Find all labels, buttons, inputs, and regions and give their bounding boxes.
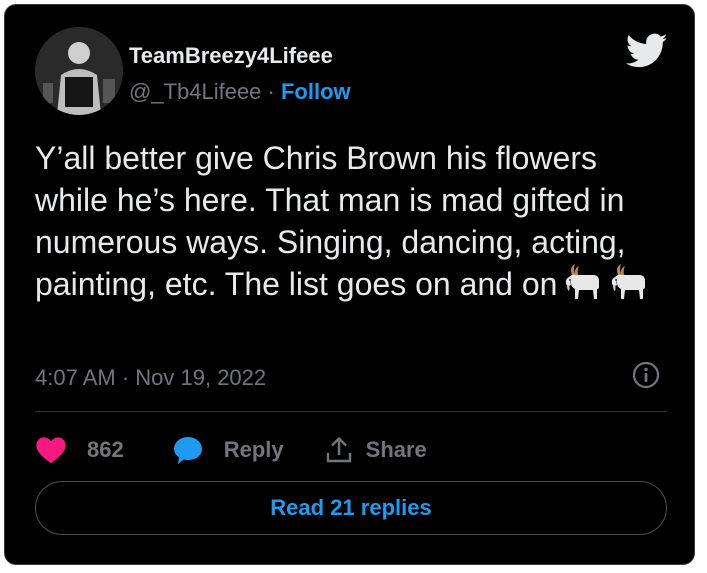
display-name[interactable]: TeamBreezy4Lifeee bbox=[129, 43, 333, 69]
divider bbox=[35, 411, 667, 412]
reply-button[interactable]: Reply bbox=[172, 435, 284, 465]
user-handle[interactable]: @_Tb4Lifeee bbox=[129, 79, 261, 104]
share-label: Share bbox=[365, 437, 427, 462]
read-replies-button[interactable]: Read 21 replies bbox=[35, 481, 667, 535]
tweet-body: Y’all better give Chris Brown his flower… bbox=[35, 140, 626, 302]
goat-emoji bbox=[563, 263, 603, 311]
handle-row: @_Tb4Lifeee · Follow bbox=[129, 79, 351, 105]
goat-emoji bbox=[609, 263, 649, 311]
action-bar: 862 Reply Share bbox=[35, 433, 427, 467]
share-arrow-icon bbox=[326, 436, 352, 464]
heart-icon bbox=[35, 436, 67, 464]
like-button[interactable]: 862 bbox=[35, 436, 124, 464]
tweet-card: TeamBreezy4Lifeee @_Tb4Lifeee · Follow Y… bbox=[4, 4, 695, 565]
follow-button[interactable]: Follow bbox=[281, 79, 351, 104]
tweet-text: Y’all better give Chris Brown his flower… bbox=[35, 137, 675, 311]
tweet-timestamp[interactable]: 4:07 AM · Nov 19, 2022 bbox=[35, 365, 266, 391]
reply-label: Reply bbox=[223, 437, 284, 462]
twitter-bird-icon[interactable] bbox=[625, 33, 668, 69]
separator-dot: · bbox=[261, 79, 281, 104]
share-button[interactable]: Share bbox=[326, 436, 427, 464]
avatar[interactable] bbox=[35, 27, 123, 115]
speech-bubble-icon bbox=[172, 435, 204, 465]
info-icon[interactable] bbox=[632, 361, 660, 389]
like-count: 862 bbox=[87, 437, 124, 462]
